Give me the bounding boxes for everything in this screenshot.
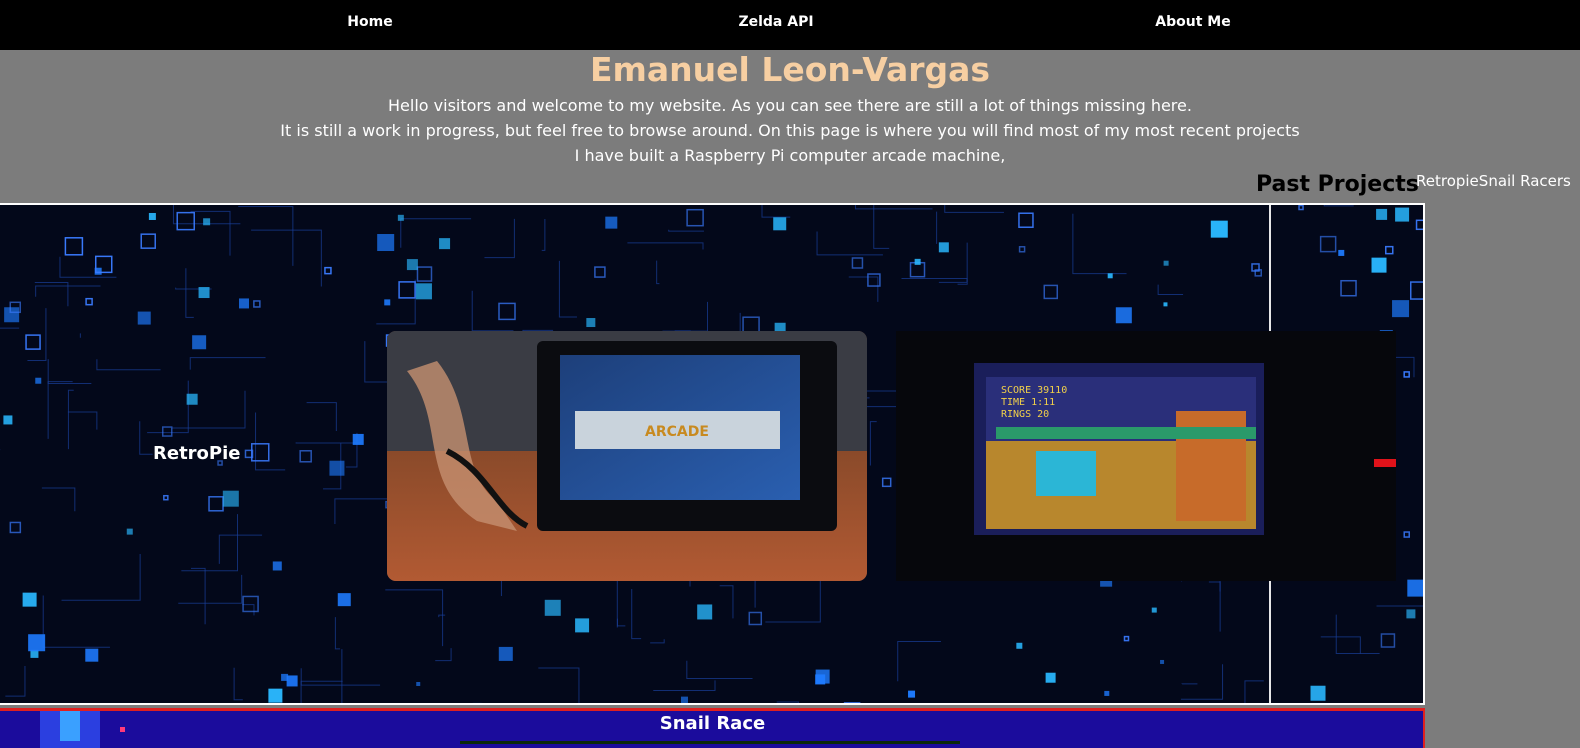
intro-line-3: I have built a Raspberry Pi computer arc… <box>574 146 1006 165</box>
past-projects-links: RetropieSnail Racers <box>1416 170 1571 192</box>
past-projects-heading: Past Projects <box>1256 172 1419 197</box>
game-score-text: SCORE 39110 <box>1001 385 1067 396</box>
intro-line-2: It is still a work in progress, but feel… <box>280 121 1300 140</box>
page-title: Emanuel Leon-Vargas <box>589 50 991 89</box>
game-time-text: TIME 1:11 <box>1001 397 1055 408</box>
nav-about-me-link[interactable]: About Me <box>1155 14 1230 30</box>
arcade-screen-text: ARCADE <box>645 424 709 440</box>
retropie-label: RetroPie <box>153 443 241 464</box>
retropie-link[interactable]: Retropie <box>1416 172 1479 190</box>
game-rings-text: RINGS 20 <box>1001 409 1049 420</box>
nav-home-link[interactable]: Home <box>347 14 392 30</box>
snail-race-section: Snail Race <box>0 708 1425 748</box>
intro-line-1: Hello visitors and welcome to my website… <box>388 96 1192 115</box>
nav-zelda-api-link[interactable]: Zelda API <box>738 14 813 30</box>
retropie-photo-1: ARCADE <box>387 331 867 581</box>
snail-race-title: Snail Race <box>659 713 766 734</box>
snail-racers-link[interactable]: Snail Racers <box>1479 172 1571 190</box>
retropie-photo-2: SCORE 39110 TIME 1:11 RINGS 20 <box>896 331 1396 581</box>
retropie-section: RetroPie ARCADE SCORE 39110 TIME 1:11 RI… <box>0 203 1425 705</box>
top-nav: Home Zelda API About Me <box>0 0 1580 50</box>
